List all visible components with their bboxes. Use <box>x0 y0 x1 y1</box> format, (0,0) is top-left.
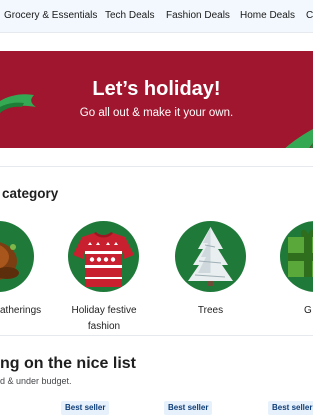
banner-title: Let’s holiday! <box>92 78 221 100</box>
nav-item-partial[interactable]: C <box>306 9 313 22</box>
nav-item-grocery-essentials[interactable]: Grocery & Essentials <box>4 9 97 22</box>
holiday-banner[interactable]: Let’s holiday! Go all out & make it your… <box>0 51 313 148</box>
category-label-trees: Trees <box>197 305 224 316</box>
best-seller-badge: Best seller <box>61 401 110 415</box>
category-gifts[interactable] <box>280 221 313 292</box>
category-gatherings[interactable] <box>0 221 34 292</box>
category-label-gatherings: atherings <box>0 305 42 316</box>
category-label-gifts: G <box>304 305 312 316</box>
nav-divider <box>0 32 313 33</box>
category-trees[interactable] <box>175 221 246 292</box>
category-label-festive-line1: Holiday festive <box>71 305 137 316</box>
best-seller-badge: Best seller <box>268 401 313 415</box>
nav-item-tech-deals[interactable]: Tech Deals <box>105 9 154 22</box>
turkey-icon <box>0 242 19 280</box>
banner-subtitle: Go all out & make it your own. <box>79 107 234 119</box>
festive-sweater-icon <box>73 232 134 287</box>
gift-icon <box>288 230 313 277</box>
category-label-festive-line2: fashion <box>87 321 121 332</box>
nice-list-subtitle: d & under budget. <box>0 376 72 386</box>
nav-item-home-deals[interactable]: Home Deals <box>240 9 295 22</box>
section-divider-1 <box>0 166 313 167</box>
nice-list-section-title: ng on the nice list <box>0 355 137 372</box>
top-nav: Grocery & Essentials Tech Deals Fashion … <box>0 0 313 32</box>
christmas-tree-icon <box>188 227 233 286</box>
ribbon-right-icon <box>285 129 313 148</box>
nav-item-fashion-deals[interactable]: Fashion Deals <box>166 9 230 22</box>
best-seller-badge: Best seller <box>164 401 213 415</box>
category-holiday-festive-fashion[interactable] <box>68 221 139 292</box>
page: Grocery & Essentials Tech Deals Fashion … <box>0 0 313 416</box>
section-divider-2 <box>0 335 313 336</box>
category-section-title: category <box>2 186 59 201</box>
